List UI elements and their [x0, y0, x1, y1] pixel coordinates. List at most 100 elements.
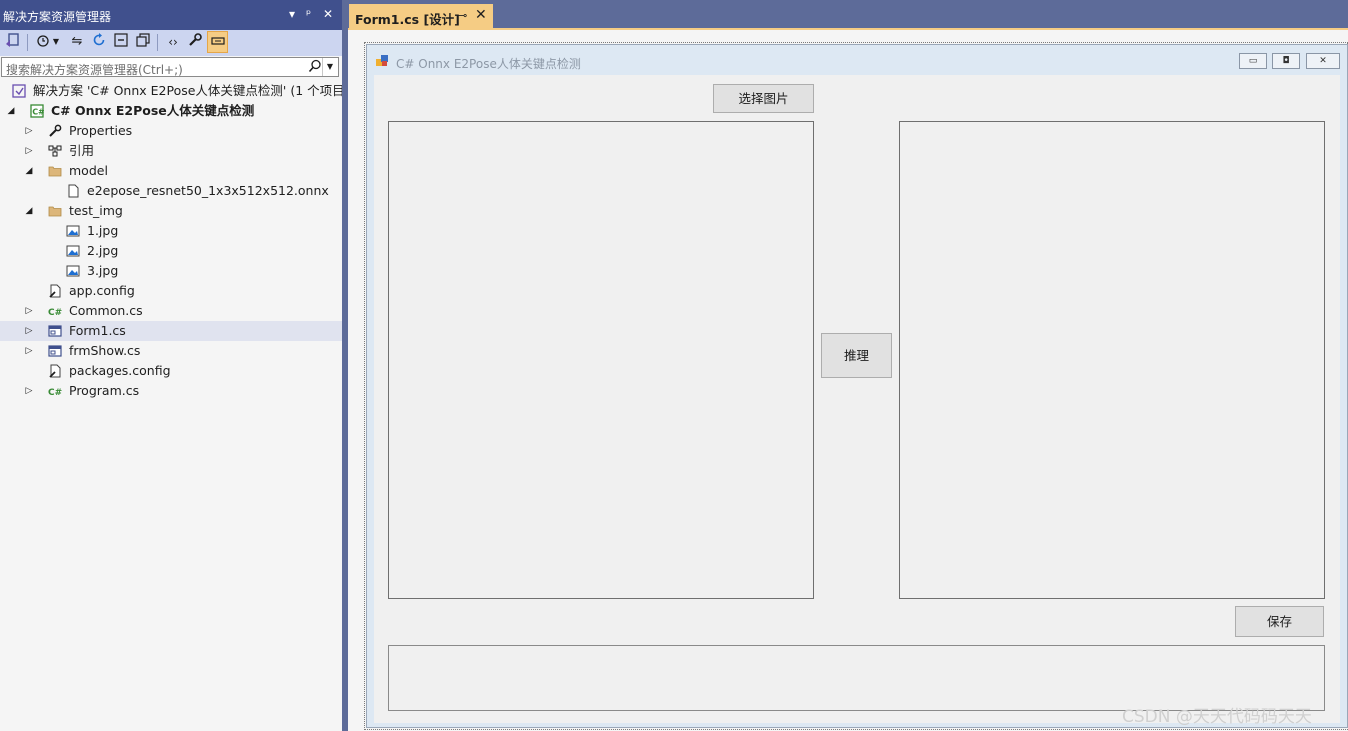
- tab-form1-designer[interactable]: Form1.cs [设计] ⊸ ✕: [349, 4, 493, 28]
- pin-icon[interactable]: ᵖ: [306, 7, 311, 21]
- expand-arrow-icon[interactable]: ▷: [24, 301, 34, 321]
- tree-item[interactable]: app.config: [0, 281, 342, 301]
- tree-item-label: 1.jpg: [87, 223, 119, 238]
- tree-item-label: Program.cs: [69, 383, 140, 398]
- search-icon[interactable]: [308, 59, 322, 77]
- watermark: CSDN @天天代码码天天: [1122, 707, 1312, 727]
- toolbar-separator: [27, 34, 28, 51]
- close-icon[interactable]: ✕: [323, 7, 333, 21]
- solution-tree: 解决方案 'C# Onnx E2Pose人体关键点检测' (1 个项目，共 ◢ C#…: [0, 80, 342, 731]
- toolbar-separator: [157, 34, 158, 51]
- show-all-files-icon[interactable]: [133, 32, 153, 52]
- expand-arrow-icon[interactable]: ▷: [24, 141, 34, 161]
- solution-explorer-panel: 解决方案资源管理器 ▾ ᵖ ✕ ▼ ⇋ ‹› 搜索解决方案资源管理器(Ctrl+…: [0, 0, 342, 731]
- expand-arrow-icon[interactable]: ▷: [24, 121, 34, 141]
- image-icon: [66, 224, 80, 238]
- tree-item[interactable]: 2.jpg: [0, 241, 342, 261]
- select-image-button[interactable]: 选择图片: [713, 84, 814, 113]
- tree-item[interactable]: ◢ model: [0, 161, 342, 181]
- collapse-arrow-icon[interactable]: ◢: [24, 201, 34, 221]
- tree-item[interactable]: ▷ frmShow.cs: [0, 341, 342, 361]
- tree-item[interactable]: ▷ C# Program.cs: [0, 381, 342, 401]
- folder-icon: [48, 164, 62, 178]
- tree-item[interactable]: ▷ Form1.cs: [0, 321, 342, 341]
- tree-item[interactable]: 1.jpg: [0, 221, 342, 241]
- tree-item[interactable]: e2epose_resnet50_1x3x512x512.onnx: [0, 181, 342, 201]
- history-dropdown-icon[interactable]: ▼: [50, 32, 62, 52]
- csharp-file-icon: C#: [48, 304, 62, 318]
- form-title-bar: C# Onnx E2Pose人体关键点检测 ▭ ◘ ✕: [367, 45, 1347, 75]
- tree-item-label: frmShow.cs: [69, 343, 141, 358]
- expand-arrow-icon[interactable]: ▷: [24, 321, 34, 341]
- infer-button[interactable]: 推理: [821, 333, 892, 378]
- minimize-icon[interactable]: ▭: [1239, 53, 1267, 69]
- result-picture-box: [899, 121, 1325, 599]
- tree-item-label: test_img: [69, 203, 123, 218]
- sync-with-active-document-icon[interactable]: ⇋: [67, 32, 87, 52]
- close-window-icon[interactable]: ✕: [1306, 53, 1340, 69]
- tree-item-label: Common.cs: [69, 303, 143, 318]
- document-tab-well: [348, 0, 1348, 28]
- tree-item[interactable]: packages.config: [0, 361, 342, 381]
- expand-arrow-icon[interactable]: ▷: [24, 381, 34, 401]
- collapse-arrow-icon[interactable]: ◢: [24, 161, 34, 181]
- tree-item-label: Properties: [69, 123, 133, 138]
- image-icon: [66, 244, 80, 258]
- wrench-icon: [48, 124, 62, 138]
- designed-form-window[interactable]: C# Onnx E2Pose人体关键点检测 ▭ ◘ ✕ 选择图片 推理 保存: [366, 44, 1348, 728]
- form-client-area: 选择图片 推理 保存: [374, 75, 1340, 723]
- form-caption: C# Onnx E2Pose人体关键点检测: [396, 57, 581, 71]
- maximize-icon[interactable]: ◘: [1272, 53, 1300, 69]
- view-code-icon[interactable]: ‹›: [163, 32, 183, 52]
- csharp-file-icon: C#: [48, 384, 62, 398]
- csharp-project-icon: C#: [30, 104, 45, 118]
- solution-explorer-toolbar: ▼ ⇋ ‹›: [0, 30, 342, 56]
- tree-item[interactable]: ▷ 引用: [0, 141, 342, 161]
- switch-views-icon[interactable]: [2, 32, 22, 52]
- references-icon: [48, 144, 62, 158]
- tree-item-label: C# Onnx E2Pose人体关键点检测: [51, 103, 255, 118]
- tab-label: Form1.cs [设计]: [355, 12, 460, 27]
- form-icon: [48, 344, 62, 358]
- solution-icon: [12, 84, 26, 98]
- form-app-icon: [376, 55, 390, 69]
- tab-close-icon[interactable]: ✕: [475, 7, 487, 23]
- window-position-dropdown-icon[interactable]: ▾: [289, 7, 295, 21]
- tree-item-label: 3.jpg: [87, 263, 119, 278]
- search-placeholder: 搜索解决方案资源管理器(Ctrl+;): [6, 63, 183, 77]
- tree-item[interactable]: 解决方案 'C# Onnx E2Pose人体关键点检测' (1 个项目，共: [0, 81, 342, 101]
- solution-explorer-search-input[interactable]: 搜索解决方案资源管理器(Ctrl+;) ▼: [1, 57, 339, 77]
- tree-item[interactable]: ◢ test_img: [0, 201, 342, 221]
- folder-icon: [48, 204, 62, 218]
- tree-item-label: 解决方案 'C# Onnx E2Pose人体关键点检测' (1 个项目，共: [33, 83, 342, 98]
- config-icon: [48, 364, 62, 378]
- tree-item-label: packages.config: [69, 363, 171, 378]
- tree-item[interactable]: 3.jpg: [0, 261, 342, 281]
- tree-item-label: 2.jpg: [87, 243, 119, 258]
- collapse-arrow-icon[interactable]: ◢: [6, 101, 16, 121]
- tree-item-label: Form1.cs: [69, 323, 126, 338]
- solution-explorer-title-bar: 解决方案资源管理器 ▾ ᵖ ✕: [0, 0, 342, 30]
- expand-arrow-icon[interactable]: ▷: [24, 341, 34, 361]
- tree-item[interactable]: ▷ Properties: [0, 121, 342, 141]
- tree-item-label: 引用: [69, 143, 95, 158]
- refresh-icon[interactable]: [89, 32, 109, 52]
- collapse-all-icon[interactable]: [111, 32, 131, 52]
- image-icon: [66, 264, 80, 278]
- tree-item-label: e2epose_resnet50_1x3x512x512.onnx: [87, 183, 329, 198]
- svg-text:C#: C#: [48, 308, 62, 318]
- svg-text:C#: C#: [48, 388, 62, 398]
- source-picture-box: [388, 121, 814, 599]
- tab-pin-icon[interactable]: ⊸: [458, 9, 467, 22]
- tree-item[interactable]: ▷ C# Common.cs: [0, 301, 342, 321]
- config-icon: [48, 284, 62, 298]
- solution-explorer-title: 解决方案资源管理器: [3, 10, 112, 24]
- form-icon: [48, 324, 62, 338]
- tree-item-label: app.config: [69, 283, 135, 298]
- save-button[interactable]: 保存: [1235, 606, 1324, 637]
- file-icon: [66, 184, 80, 198]
- search-options-dropdown-icon[interactable]: ▼: [322, 58, 337, 76]
- properties-wrench-icon[interactable]: [185, 32, 205, 52]
- tree-item[interactable]: ◢ C# C# Onnx E2Pose人体关键点检测: [0, 101, 342, 121]
- preview-selected-items-icon[interactable]: [207, 31, 228, 53]
